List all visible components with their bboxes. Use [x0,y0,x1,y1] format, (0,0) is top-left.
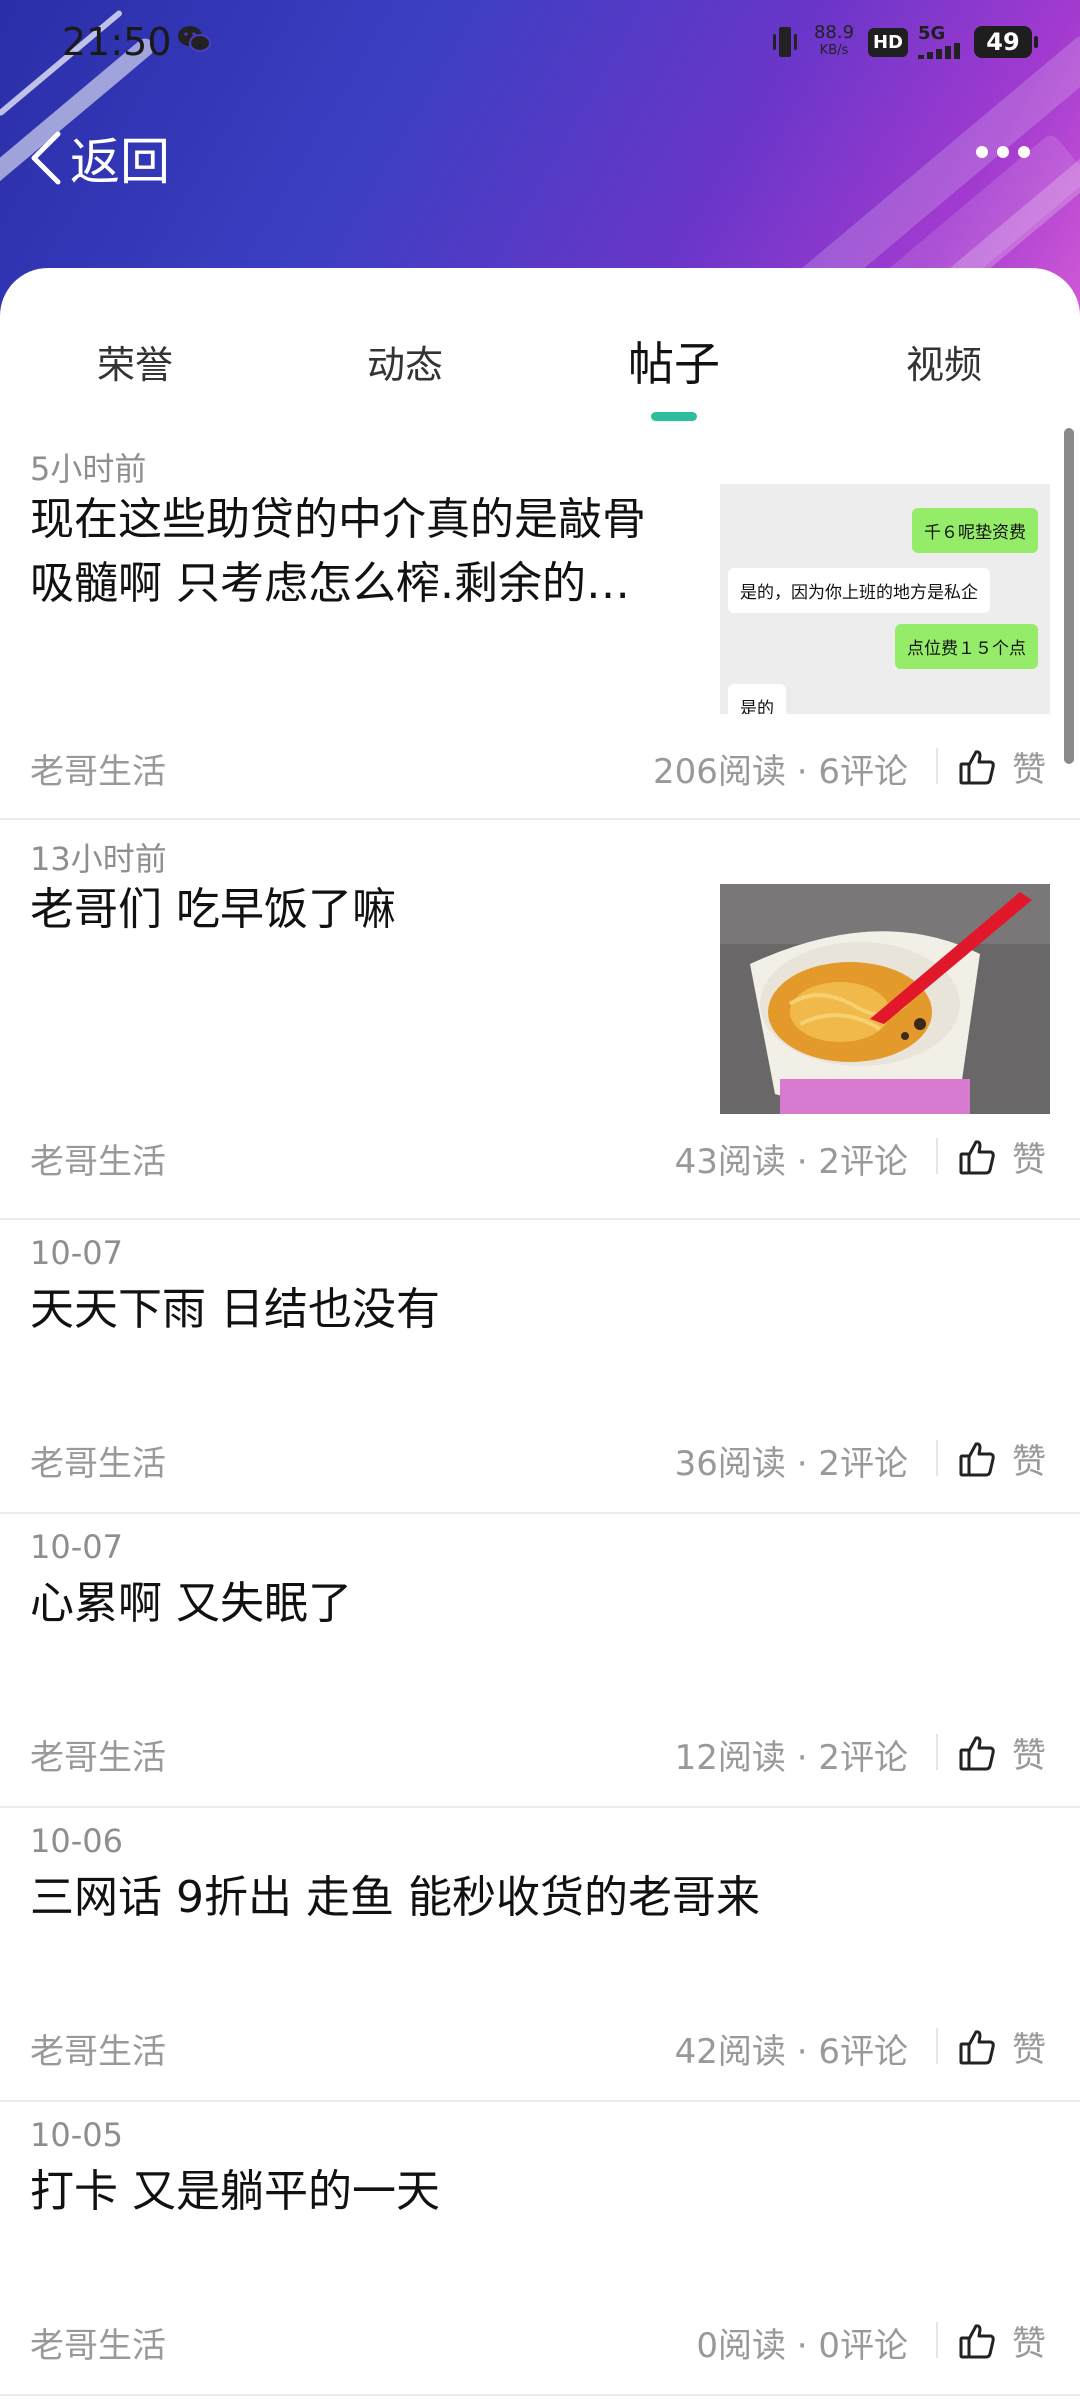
chat-bubble: 是的，因为你上班的地方是私企 [728,568,990,613]
divider [936,1734,938,1770]
post-author[interactable]: 老哥生活 [30,2318,166,2367]
chat-bubble: 点位费１５个点 [895,624,1038,669]
tab-active-indicator [651,412,697,421]
status-indicators: 88.9 KB/s HD 5G 49 [770,18,1038,66]
thumbs-up-icon [959,1139,995,1174]
status-bar: 21:50 88.9 KB/s HD 5G 49 [0,0,1080,84]
post-title-line: 心累啊 又失眠了 [30,1578,352,1629]
post-thumbnail-photo[interactable] [720,884,1050,1114]
post-author[interactable]: 老哥生活 [30,744,166,793]
vibrate-icon [772,27,797,57]
post-stats: 0阅读 · 0评论 [696,2326,908,2366]
like-button[interactable]: 赞 [958,1132,1046,1181]
tab-activity[interactable]: 动态 [325,334,485,389]
signal-indicator: 5G [918,25,964,59]
network-speed-value: 88.9 [813,22,855,43]
chat-bubble: 千６呢垫资费 [912,508,1038,553]
post-author[interactable]: 老哥生活 [30,2024,166,2073]
post-stats: 36阅读 · 2评论 [674,1444,908,1484]
post-title: 老哥们 吃早饭了嘛 [30,878,396,942]
battery-indicator: 49 [974,26,1038,58]
post-title-line: 三网话 9折出 走鱼 能秒收货的老哥来 [30,1872,760,1923]
tab-posts[interactable]: 帖子 [594,328,754,394]
like-label: 赞 [1012,1140,1046,1180]
divider [936,1440,938,1476]
hd-badge: HD [867,27,908,57]
post-title: 心累啊 又失眠了 [30,1572,352,1636]
post-author[interactable]: 老哥生活 [30,1730,166,1779]
thumbs-up-icon [959,749,995,784]
post-stats: 43阅读 · 2评论 [674,1142,908,1182]
divider [936,2322,938,2358]
post-stats: 206阅读 · 6评论 [653,752,908,792]
divider [936,1138,938,1174]
like-button[interactable]: 赞 [958,1728,1046,1777]
chevron-left-icon [31,131,61,185]
signal-label: 5G [918,23,946,44]
post-item[interactable]: 10-07 心累啊 又失眠了 老哥生活 12阅读 · 2评论 赞 [0,1514,1080,1808]
post-title-line: 天天下雨 日结也没有 [30,1284,440,1335]
post-title-line: 老哥们 吃早饭了嘛 [30,884,396,935]
post-time: 10-06 [30,1822,123,1860]
like-button[interactable]: 赞 [958,742,1046,791]
wechat-icon [178,26,211,52]
post-stats: 42阅读 · 6评论 [674,2032,908,2072]
status-time: 21:50 [62,20,172,64]
like-label: 赞 [1012,1442,1046,1482]
thumbs-up-icon [959,2323,995,2358]
tab-honor[interactable]: 荣誉 [55,334,215,389]
post-item[interactable]: 10-06 三网话 9折出 走鱼 能秒收货的老哥来 老哥生活 42阅读 · 6评… [0,1808,1080,2102]
like-label: 赞 [1012,2030,1046,2070]
like-button[interactable]: 赞 [958,2316,1046,2365]
post-item[interactable]: 13小时前 老哥们 吃早饭了嘛 老哥生活 43阅读 · 2评论 赞 [0,820,1080,1220]
thumbs-up-icon [959,2029,995,2064]
tab-videos[interactable]: 视频 [864,334,1024,389]
post-author[interactable]: 老哥生活 [30,1436,166,1485]
post-title: 天天下雨 日结也没有 [30,1278,440,1342]
like-button[interactable]: 赞 [958,2022,1046,2071]
post-item[interactable]: 10-05 打卡 又是躺平的一天 老哥生活 0阅读 · 0评论 赞 [0,2102,1080,2396]
post-title: 打卡 又是躺平的一天 [30,2160,440,2224]
network-speed-unit: KB/s [819,43,849,58]
post-item[interactable]: 10-07 天天下雨 日结也没有 老哥生活 36阅读 · 2评论 赞 [0,1220,1080,1514]
like-label: 赞 [1012,2324,1046,2364]
post-title: 三网话 9折出 走鱼 能秒收货的老哥来 [30,1866,760,1930]
divider [936,748,938,784]
post-time: 13小时前 [30,840,167,878]
post-title-line: 吸髓啊 只考虑怎么榨.剩余的… [30,558,630,609]
post-time: 5小时前 [30,450,147,488]
post-title-line: 现在这些助贷的中介真的是敲骨 [30,494,646,545]
post-author[interactable]: 老哥生活 [30,1134,166,1183]
back-label: 返回 [70,133,170,191]
divider [936,2028,938,2064]
thumbs-up-icon [959,1441,995,1476]
post-title: 现在这些助贷的中介真的是敲骨 吸髓啊 只考虑怎么榨.剩余的… [30,488,646,616]
network-speed: 88.9 KB/s [810,24,858,60]
chat-bubble: 是的 [728,684,786,714]
post-title-line: 打卡 又是躺平的一天 [30,2166,440,2217]
post-stats: 12阅读 · 2评论 [674,1738,908,1778]
post-time: 10-07 [30,1234,123,1272]
signal-bars-icon [918,43,960,59]
like-label: 赞 [1012,750,1046,790]
post-time: 10-07 [30,1528,123,1566]
post-thumbnail-chat-screenshot[interactable]: 千６呢垫资费 是的，因为你上班的地方是私企 点位费１５个点 是的 [720,484,1050,714]
noodle-cup-image [720,884,1050,1114]
like-button[interactable]: 赞 [958,1434,1046,1483]
thumbs-up-icon [959,1735,995,1770]
tab-bar: 荣誉 动态 帖子 视频 [0,334,1080,414]
like-label: 赞 [1012,1736,1046,1776]
back-button[interactable]: 返回 [28,122,170,194]
post-item[interactable]: 5小时前 现在这些助贷的中介真的是敲骨 吸髓啊 只考虑怎么榨.剩余的… 千６呢垫… [0,430,1080,820]
more-dots-icon[interactable] [974,142,1032,162]
post-time: 10-05 [30,2116,123,2154]
